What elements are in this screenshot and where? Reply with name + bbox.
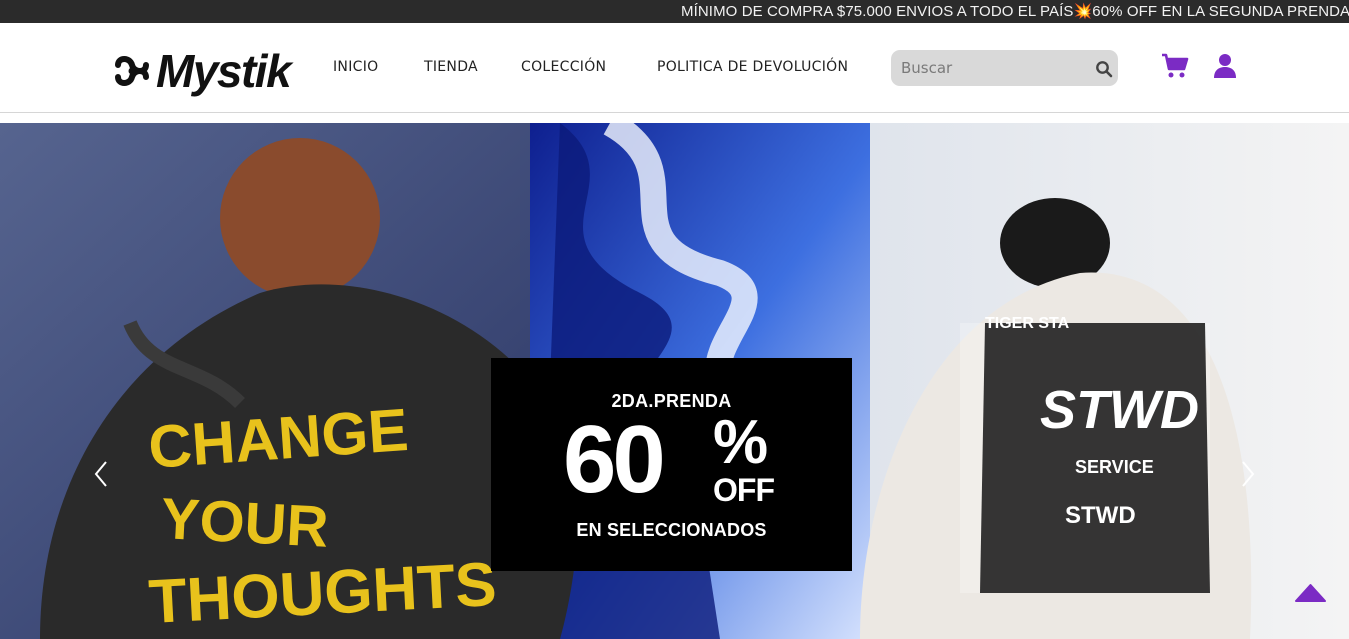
search-box [891, 50, 1118, 86]
promo-top-line: 2DA.PRENDA [611, 391, 732, 411]
search-icon[interactable] [1095, 60, 1113, 78]
nav-tienda[interactable]: TIENDA [424, 59, 478, 75]
svg-text:SERVICE: SERVICE [1075, 457, 1154, 477]
search-input[interactable] [891, 50, 1086, 86]
scroll-top-icon[interactable] [1294, 583, 1327, 603]
chevron-left-icon[interactable] [91, 459, 111, 489]
cart-icon[interactable] [1161, 53, 1189, 79]
brand-logo[interactable]: Mystik [112, 43, 292, 99]
site-header: Mystik INICIO TIENDA COLECCIÓN POLITICA … [0, 23, 1349, 113]
svg-text:YOUR: YOUR [159, 486, 330, 560]
hero-banner: CHANGE YOUR THOUGHTS TIGER STA STWD SERV… [0, 123, 1349, 639]
promo-card[interactable]: 2DA.PRENDA 60 % OFF EN SELECCIONADOS [491, 358, 852, 571]
promo-off: OFF [713, 472, 775, 508]
brand-name: Mystik [156, 45, 292, 97]
user-icon[interactable] [1213, 53, 1237, 79]
promo-big-number: 60 [563, 406, 666, 513]
announcement-bar: MÍNIMO DE COMPRA $75.000 ENVIOS A TODO E… [0, 0, 1349, 23]
announcement-text: MÍNIMO DE COMPRA $75.000 ENVIOS A TODO E… [681, 3, 1349, 20]
svg-text:STWD: STWD [1065, 502, 1136, 529]
nav-politica-devolucion[interactable]: POLITICA DE DEVOLUCIÓN [657, 59, 848, 75]
nav-inicio[interactable]: INICIO [333, 59, 378, 75]
nav-coleccion[interactable]: COLECCIÓN [521, 59, 606, 75]
svg-text:TIGER STA: TIGER STA [985, 315, 1070, 332]
chevron-right-icon[interactable] [1238, 459, 1258, 489]
brand-logo-icon [115, 56, 149, 86]
svg-text:STWD: STWD [1040, 380, 1199, 440]
promo-percent: % [713, 408, 769, 477]
promo-bottom-line: EN SELECCIONADOS [576, 520, 767, 540]
